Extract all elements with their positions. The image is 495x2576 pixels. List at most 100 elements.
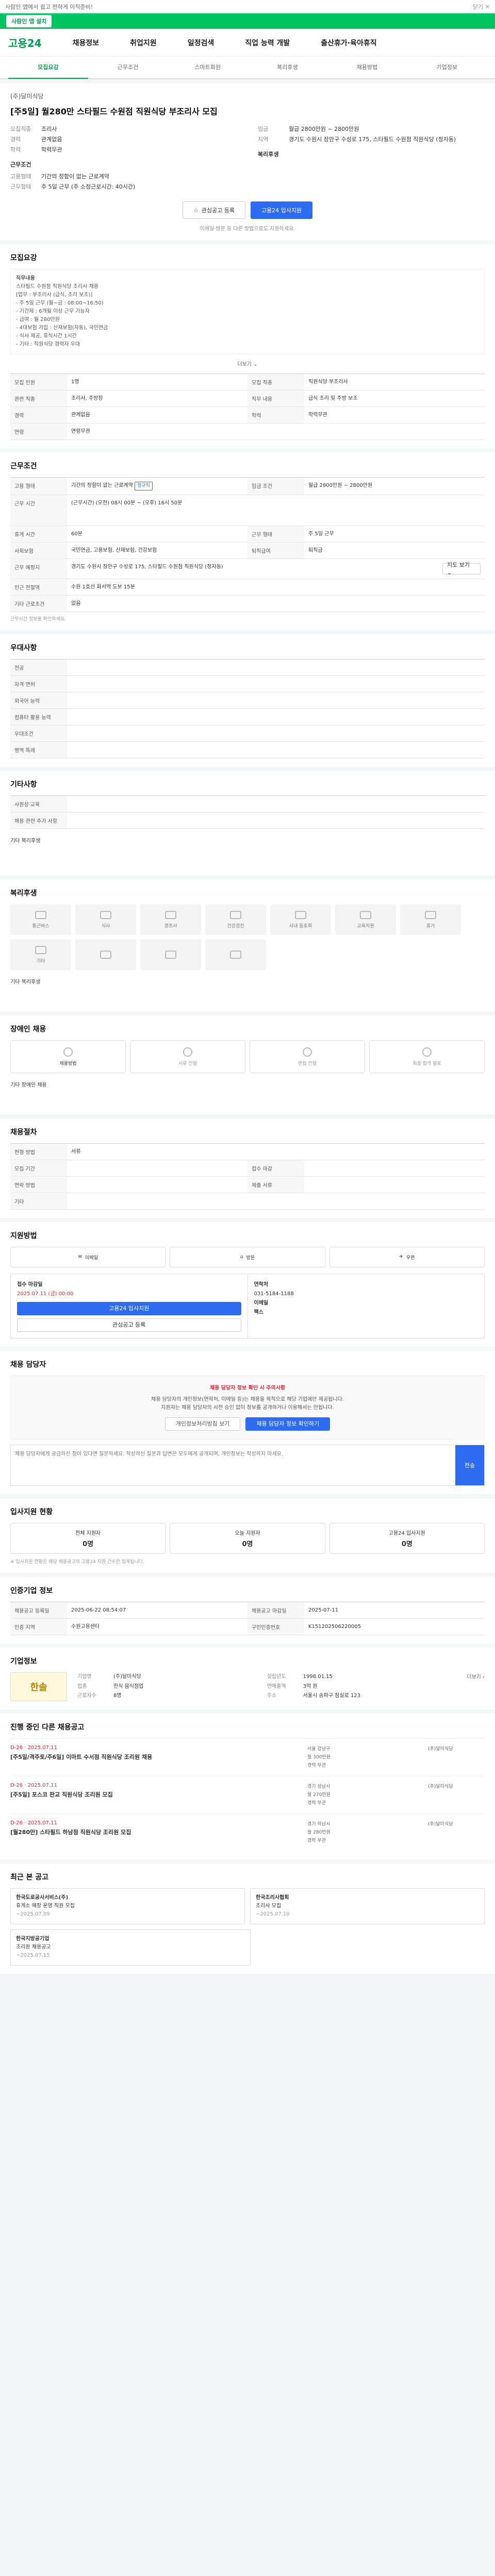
field-label: 경력 [10,136,21,143]
row-value: (근무시간) (오전) 08시 00분 ~ (오후) 16시 50분 [71,500,183,506]
row-label: 근무 형태 [248,526,304,542]
status-note: ※ 입사지원 현황은 해당 채용공고의 고용24 지원 건수만 집계됩니다. [10,1560,145,1565]
nav-item[interactable]: 채용정보 [73,38,100,48]
apply-button[interactable]: 고용24 입사지원 [250,201,313,219]
method-email[interactable]: ✉ 이메일 [10,1247,166,1267]
deadline-date: 2025.07.11 (금) 00:00 [17,1291,74,1297]
send-button[interactable]: 전송 [455,1445,484,1485]
row-value: 60분 [71,531,82,537]
job-meta: 경기 성남시 [307,1784,331,1789]
section-tabs: 모집요강 근무조건 스마트회원 복리후생 채용방법 기업정보 [0,57,495,79]
recent-card[interactable]: 한국조리사협회 조리사 모집 ~2025.07.10 [250,1888,485,1924]
map-button[interactable]: 지도 보기 ⌄ [442,562,481,576]
section-company: 기업정보 한솔 기업명 (주)달미식당 설립년도 1998.01.15 업종 한식 음… [0,1648,495,1709]
desc-line: - 기타 : 직원식당 경력자 우대 [16,342,80,347]
row-label: 근무 예정지 [10,559,67,579]
step-label: 최종 합격 발표 [412,1061,441,1066]
conditions-table: 고용 형태 기간의 정함이 없는 근로계약 정규직 임금 조건 월급 2800만원 ~… [10,477,485,612]
table-row: 관련 직종 조리사, 주방장 직무 내용 급식 조리 및 주방 보조 [10,391,485,407]
table-row: 전형 방법 서류 [10,1144,485,1160]
section-title: 채용절차 [10,1128,37,1137]
row-value [67,796,485,812]
row-value: 관계없음 [71,412,90,418]
sub-heading: 근무조건 [10,161,31,168]
job-company: (주)달미식당 [428,1747,453,1752]
company-more-link[interactable]: 더보기 › [467,1672,485,1701]
manager-info-button[interactable]: 채용 담당자 정보 확인하기 [245,1417,331,1431]
method-post[interactable]: ✈ 우편 [329,1247,485,1267]
row-value: 수원고용센터 [71,1624,100,1630]
step-label: 서류 전형 [178,1061,197,1066]
row-label: 인증 지역 [10,1619,67,1635]
job-item[interactable]: D-26 · 2025.07.11 [월280만] 스타필드 하남점 직원식당 조… [10,1814,485,1851]
like-button[interactable]: ☆ 관심공고 등록 [182,201,245,219]
etc-label: 기타 장애인 채용 [10,1082,47,1088]
contact-phone: 031-5184-1188 [254,1291,294,1297]
table-row: 기타 [10,1193,485,1210]
nav-item[interactable]: 일정검색 [188,38,214,48]
car-icon [165,951,176,959]
row-label: 제출 서류 [248,1177,304,1193]
company-logo[interactable]: 한솔 [10,1672,67,1701]
step-icon [422,1047,432,1057]
job-title[interactable]: [월280만] 스타필드 하남점 직원식당 조리원 모집 [10,1828,300,1836]
method-label: 이메일 [85,1255,98,1261]
vacation-icon [425,910,436,919]
row-label: 기타 근로조건 [10,596,67,612]
nav-item[interactable]: 출산휴가·육아휴직 [321,38,376,48]
info-label: 주소 [267,1693,277,1699]
row-label: 자격 면허 [10,676,67,692]
question-input[interactable] [11,1445,455,1485]
field-label: 학력 [10,146,21,153]
table-row: 근무 예정지 경기도 수원시 장안구 수성로 175, 스타필드 수원점 직원식당… [10,559,485,579]
section-cert: 인증기업 정보 채용공고 등록일 2025-06-22 08:54:07 채용공고 … [0,1577,495,1643]
site-logo[interactable]: 고용24 [8,35,42,50]
nav-item[interactable]: 직업 능력 개발 [245,38,290,48]
recent-card[interactable]: 한국지방공기업 조리원 채용공고 ~2025.07.15 [10,1929,251,1965]
like-button-2[interactable]: 관심공고 등록 [17,1318,241,1332]
apply-button-2[interactable]: 고용24 입사지원 [17,1302,241,1315]
method-visit[interactable]: ⌂ 방문 [170,1247,325,1267]
privacy-button[interactable]: 개인정보처리방침 보기 [164,1417,241,1431]
coffee-icon [230,951,241,959]
info-value: (주)달미식당 [113,1674,141,1680]
tab-smart[interactable]: 스마트회원 [168,56,248,79]
tab-recruit[interactable]: 모집요강 [8,56,88,79]
nav-item[interactable]: 취업지원 [130,38,157,48]
close-notice-button[interactable]: 닫기 ✕ [473,3,490,11]
row-label: 학력 [248,407,304,423]
stat-value: 0명 [401,1540,412,1548]
table-row: 자격 면허 [10,676,485,692]
health-icon [230,910,241,919]
section-conditions: 근무조건 고용 형태 기간의 정함이 없는 근로계약 정규직 임금 조건 월급 280… [0,452,495,630]
welfare-label: 휴가 [426,923,435,929]
tab-conditions[interactable]: 근무조건 [88,56,168,79]
job-item[interactable]: D-26 · 2025.07.11 [주5일/격주토/주6일] 이마트 수서점 직… [10,1738,485,1776]
info-value: 한식 음식점업 [113,1683,144,1689]
row-label: 관련 직종 [10,391,67,406]
tab-method[interactable]: 채용방법 [327,56,407,79]
recent-card[interactable]: 한국도로공사서비스(주) 휴게소 매장 운영 직원 모집 ~2025.07.09 [10,1888,245,1924]
etc-label: 기타 복리후생 [10,979,41,985]
tab-company[interactable]: 기업정보 [407,56,487,79]
more-button[interactable]: 더보기 ⌄ [10,360,485,367]
row-label: 전형 방법 [10,1144,67,1160]
table-row: 연락 방법 제출 서류 [10,1177,485,1193]
row-value: 급식 조리 및 주방 보조 [308,396,358,401]
job-title[interactable]: [주5일] 포스코 판교 직원식당 조리원 모집 [10,1790,300,1799]
top-notice-text: 사람인 앱에서 쉽고 편하게 이직준비! [5,3,93,10]
info-label: 설립년도 [267,1674,286,1680]
tab-welfare[interactable]: 복리후생 [248,56,327,79]
section-manager: 채용 담당자 채용 담당자 정보 확인 시 주의사항 채용 담당자의 개인정보(… [0,1351,495,1494]
job-title[interactable]: [주5일/격주토/주6일] 이마트 수서점 직원식당 조리원 채용 [10,1753,300,1761]
company-info: 기업명 (주)달미식당 설립년도 1998.01.15 업종 한식 음식점업 연매출액… [77,1672,456,1701]
cert-table: 채용공고 등록일 2025-06-22 08:54:07 채용공고 마감일 2025-… [10,1602,485,1635]
welfare-item: 휴가 [400,904,461,935]
job-item[interactable]: D-26 · 2025.07.11 [주5일] 포스코 판교 직원식당 조리원 모… [10,1776,485,1814]
company-name[interactable]: (주)달미식당 [10,92,485,100]
recruit-table: 모집 인원 1명 모집 직종 직원식당 부조리사 관련 직종 조리사, 주방장 직무 내용… [10,374,485,440]
app-install-button[interactable]: 사람인 앱 설치 [6,15,52,27]
step-item: 면접 전형 [250,1040,365,1073]
table-row: 연령 연령무관 [10,423,485,440]
row-label: 사회보험 [10,543,67,558]
